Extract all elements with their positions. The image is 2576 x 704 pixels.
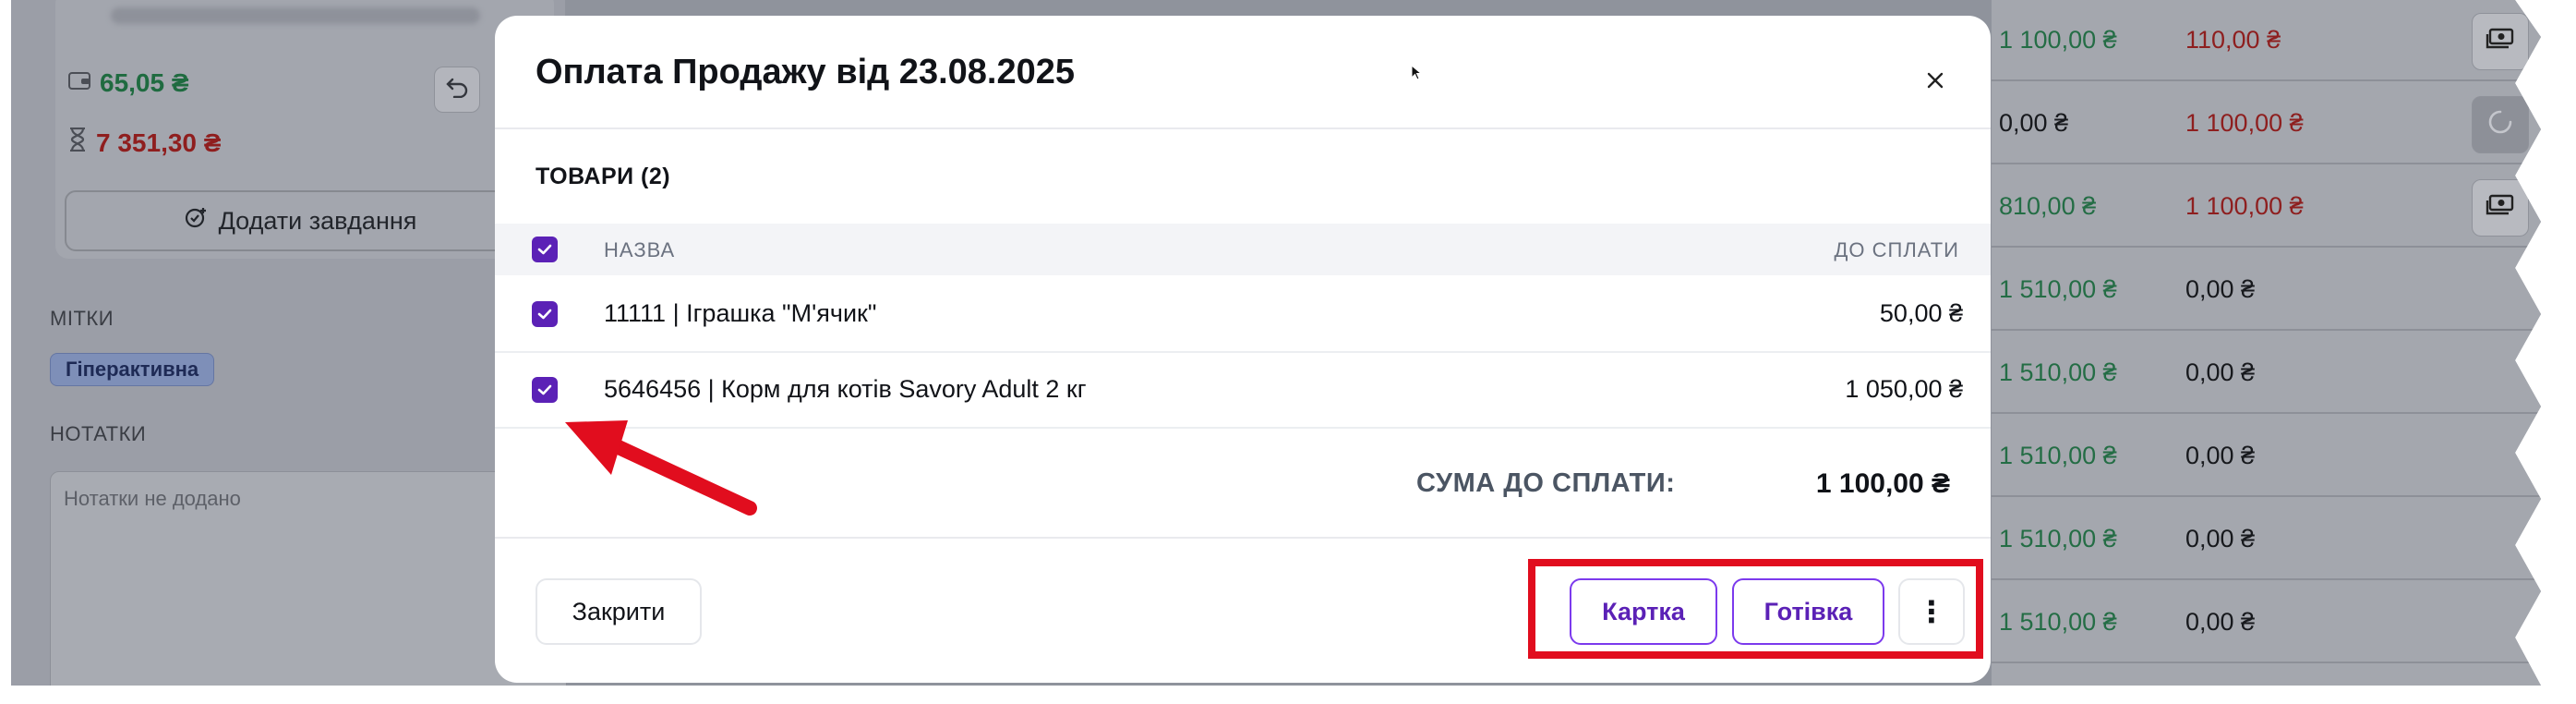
annotation-arrow-icon: [565, 420, 757, 516]
screenshot-frame: 65,05 ₴ 7 351,30 ₴ Додати завдання МІТКИ…: [11, 0, 2541, 686]
mouse-cursor-icon: [1411, 65, 1423, 80]
